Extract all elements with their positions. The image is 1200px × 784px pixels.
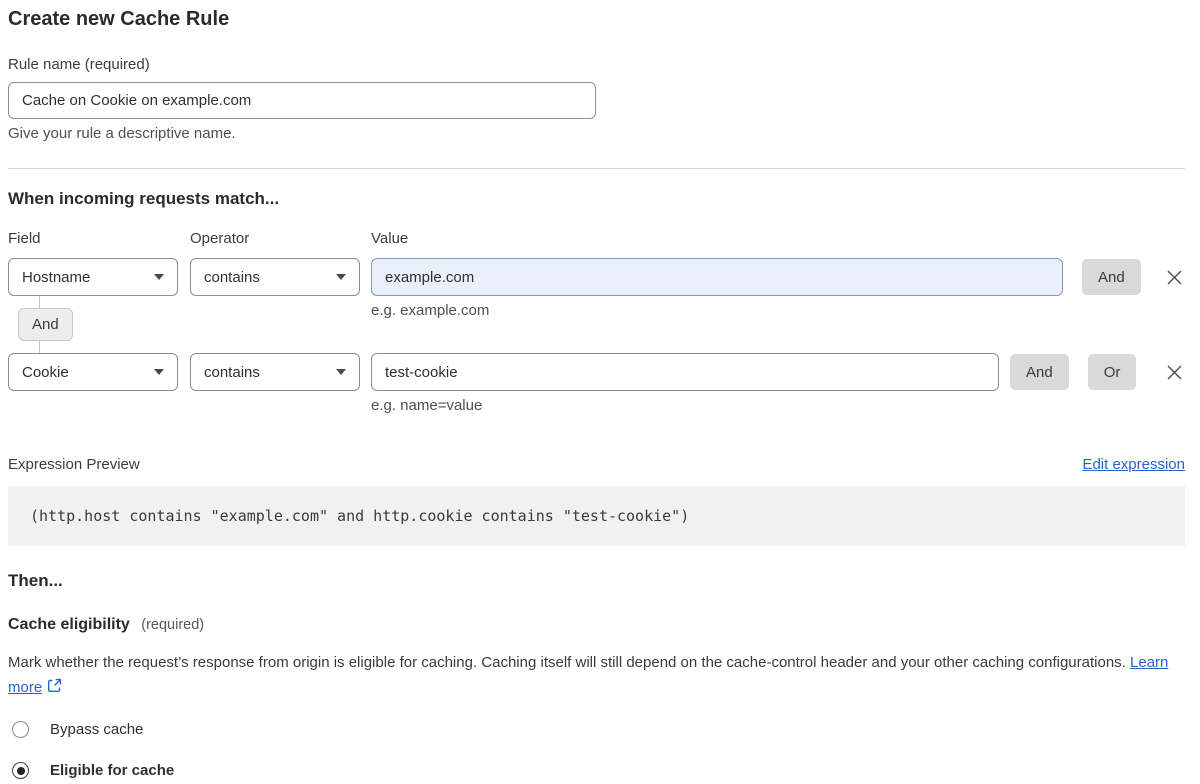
radio-unselected-icon[interactable] [12,721,29,738]
operator-select-value: contains [204,364,260,381]
operator-column-label: Operator [190,230,371,247]
page-title: Create new Cache Rule [8,6,1185,32]
section-divider [8,168,1185,169]
radio-dot [17,767,25,775]
add-and-condition-button[interactable]: And [1010,354,1069,390]
chevron-down-icon [154,274,164,280]
cache-eligibility-description: Mark whether the request’s response from… [8,650,1173,701]
edit-expression-link[interactable]: Edit expression [1082,456,1185,473]
cache-eligibility-title: Cache eligibility [8,616,130,633]
rule-name-input[interactable] [8,82,596,119]
expression-preview-label: Expression Preview [8,456,140,473]
field-column-label: Field [8,230,190,247]
radio-label: Bypass cache [50,721,143,738]
remove-condition-button[interactable] [1163,266,1185,288]
then-heading: Then... [8,571,1185,591]
field-select-value: Cookie [22,364,69,381]
expression-preview-header: Expression Preview Edit expression [8,456,1185,473]
condition-row: Cookie contains And Or [8,353,1185,391]
close-icon [1165,268,1184,287]
required-note: (required) [141,617,204,633]
connector-and-toggle[interactable]: And [18,308,73,341]
field-select[interactable]: Cookie [8,353,178,391]
chevron-down-icon [336,274,346,280]
value-input[interactable] [371,258,1063,296]
add-and-condition-button[interactable]: And [1082,259,1141,295]
remove-condition-button[interactable] [1163,361,1185,383]
expression-code: (http.host contains "example.com" and ht… [8,486,1185,546]
builder-column-labels: Field Operator Value [8,230,1185,247]
value-input[interactable] [371,353,999,391]
chevron-down-icon [336,369,346,375]
chevron-down-icon [154,369,164,375]
operator-select[interactable]: contains [190,258,360,296]
description-text: Mark whether the request’s response from… [8,654,1126,671]
field-select-value: Hostname [22,269,90,286]
value-helper: e.g. example.com [371,302,489,319]
condition-connector-area: And e.g. example.com [8,296,1185,353]
rule-name-label: Rule name (required) [8,56,1185,74]
condition-row: Hostname contains And [8,258,1185,296]
value-column-label: Value [371,230,408,247]
radio-option-bypass-cache[interactable]: Bypass cache [8,721,1185,738]
radio-selected-icon[interactable] [12,762,29,779]
match-heading: When incoming requests match... [8,189,1185,209]
radio-label: Eligible for cache [50,762,174,779]
cache-eligibility-heading: Cache eligibility (required) [8,615,1185,635]
radio-option-eligible-for-cache[interactable]: Eligible for cache [8,762,1185,779]
operator-select[interactable]: contains [190,353,360,391]
close-icon [1165,363,1184,382]
external-link-icon [47,676,62,701]
value-helper: e.g. name=value [371,397,1185,414]
field-select[interactable]: Hostname [8,258,178,296]
create-cache-rule-page: Create new Cache Rule Rule name (require… [0,0,1200,779]
rule-name-helper: Give your rule a descriptive name. [8,126,1185,141]
add-or-condition-button[interactable]: Or [1088,354,1137,390]
operator-select-value: contains [204,269,260,286]
